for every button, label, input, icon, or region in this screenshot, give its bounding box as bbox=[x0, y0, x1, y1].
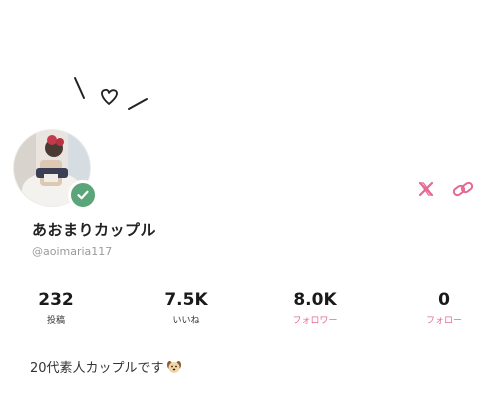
stat-label: フォロー bbox=[425, 316, 462, 326]
avatar-container[interactable] bbox=[13, 129, 98, 210]
check-badge-icon bbox=[68, 180, 98, 210]
stat-posts[interactable]: 232 投稿 bbox=[6, 290, 106, 327]
x-logo-icon[interactable] bbox=[414, 178, 438, 200]
stat-label: いいね bbox=[172, 316, 200, 326]
stat-value: 7.5K bbox=[164, 290, 208, 310]
heart-icon bbox=[101, 88, 118, 105]
stat-likes[interactable]: 7.5K いいね bbox=[136, 290, 236, 327]
stat-followers[interactable]: 8.0K フォロワー bbox=[265, 290, 365, 327]
stat-value: 232 bbox=[38, 290, 74, 310]
link-icon[interactable] bbox=[451, 178, 475, 200]
stat-label: フォロワー bbox=[292, 316, 338, 326]
bio-text: 20代素人カップルです bbox=[30, 361, 164, 376]
profile-name: あおまりカップル bbox=[32, 221, 157, 239]
stat-value: 8.0K bbox=[293, 290, 337, 310]
stat-label: 投稿 bbox=[46, 316, 65, 326]
stat-value: 0 bbox=[438, 290, 450, 310]
profile-handle: @aoimaria117 bbox=[32, 245, 113, 258]
profile-bio: 20代素人カップルです bbox=[30, 357, 182, 376]
dog-face-icon bbox=[166, 359, 182, 375]
stat-following[interactable]: 0 フォロー bbox=[394, 290, 494, 327]
